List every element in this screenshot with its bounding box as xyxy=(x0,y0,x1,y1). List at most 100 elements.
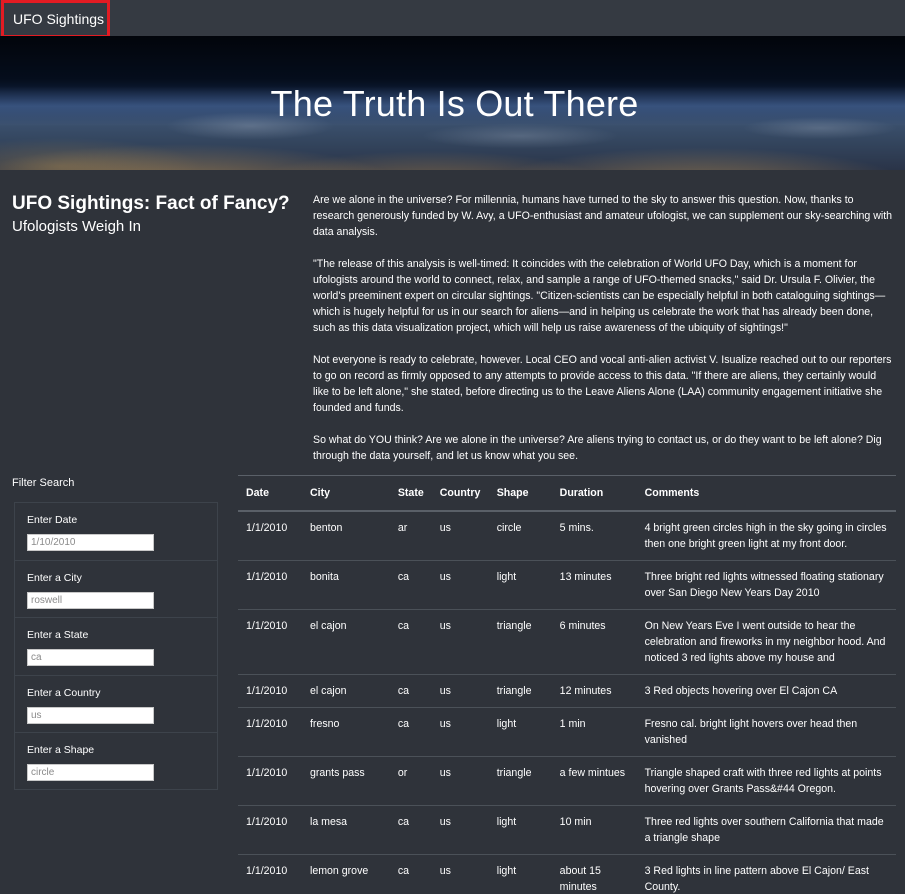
city-filter-input[interactable] xyxy=(27,591,154,609)
country-filter-label: Enter a Country xyxy=(27,686,101,699)
cell-state: ar xyxy=(389,511,432,561)
cell-state: ca xyxy=(389,674,432,708)
date-filter-input[interactable] xyxy=(27,534,154,551)
table-row: 1/1/2010 grants pass or us triangle a fe… xyxy=(238,756,896,806)
filter-group-country: Enter a Country xyxy=(15,676,217,733)
cell-shape: triangle xyxy=(488,756,552,806)
cell-country: us xyxy=(431,511,489,561)
table-row: 1/1/2010 el cajon ca us triangle 12 minu… xyxy=(238,674,896,708)
cell-shape: light xyxy=(488,560,552,610)
cell-comments: Three bright red lights witnessed floati… xyxy=(636,560,896,610)
header-date: Date xyxy=(238,475,302,512)
filter-group-city: Enter a City xyxy=(15,561,217,618)
cell-city: grants pass xyxy=(301,756,390,806)
header-country: Country xyxy=(431,475,489,512)
cell-comments: On New Years Eve I went outside to hear … xyxy=(636,609,896,675)
cell-country: us xyxy=(431,805,489,855)
cell-comments: 3 Red objects hovering over El Cajon CA xyxy=(636,674,896,708)
cell-city: fresno xyxy=(301,707,390,757)
filter-search-heading: Filter Search xyxy=(12,477,75,489)
city-filter-label: Enter a City xyxy=(27,571,82,584)
intro-subtitle: Ufologists Weigh In xyxy=(12,218,141,235)
hero-banner: The Truth Is Out There xyxy=(0,36,905,170)
cell-date: 1/1/2010 xyxy=(238,609,302,675)
intro-title: UFO Sightings: Fact of Fancy? xyxy=(12,193,290,214)
table-row: 1/1/2010 lemon grove ca us light about 1… xyxy=(238,854,896,894)
filter-group-date: Enter Date xyxy=(15,503,217,561)
cell-city: el cajon xyxy=(301,674,390,708)
cell-city: lemon grove xyxy=(301,854,390,894)
cell-comments-text: On New Years Eve I went outside to hear … xyxy=(644,620,886,664)
cell-date: 1/1/2010 xyxy=(238,511,302,561)
filter-group-state: Enter a State xyxy=(15,618,217,676)
cell-state: ca xyxy=(389,854,432,894)
table-row: 1/1/2010 la mesa ca us light 10 min Thre… xyxy=(238,805,896,855)
cell-state: or xyxy=(389,756,432,806)
article-body: Are we alone in the universe? For millen… xyxy=(313,192,893,480)
cell-country: us xyxy=(431,560,489,610)
cell-shape: light xyxy=(488,707,552,757)
cell-shape: light xyxy=(488,805,552,855)
table-row: 1/1/2010 el cajon ca us triangle 6 minut… xyxy=(238,609,896,675)
cell-state: ca xyxy=(389,805,432,855)
date-filter-label: Enter Date xyxy=(27,514,78,526)
cell-city: benton xyxy=(301,511,390,561)
cell-date: 1/1/2010 xyxy=(238,854,302,894)
cell-date: 1/1/2010 xyxy=(238,707,302,757)
state-filter-label: Enter a State xyxy=(27,629,89,641)
sightings-table: Date City State Country Shape Duration C… xyxy=(238,475,896,894)
header-duration: Duration xyxy=(551,475,637,512)
cell-state: ca xyxy=(389,560,432,610)
navbar-brand-link[interactable]: UFO Sightings xyxy=(1,0,110,38)
cell-comments: Three red lights over southern Californi… xyxy=(636,805,896,855)
cell-shape: triangle xyxy=(488,609,552,675)
cell-country: us xyxy=(431,609,489,675)
cell-duration: 6 minutes xyxy=(551,609,637,675)
article-paragraph: "The release of this analysis is well-ti… xyxy=(313,258,886,334)
cell-city: bonita xyxy=(301,560,390,610)
cell-country: us xyxy=(431,854,489,894)
cell-duration: a few mintues xyxy=(551,756,637,806)
navbar: UFO Sightings xyxy=(0,0,905,38)
cell-date: 1/1/2010 xyxy=(238,756,302,806)
cell-duration: 12 minutes xyxy=(551,674,637,708)
article-paragraph: Are we alone in the universe? For millen… xyxy=(313,194,893,238)
cell-shape: light xyxy=(488,854,552,894)
hero-title: The Truth Is Out There xyxy=(270,83,639,124)
table-row: 1/1/2010 benton ar us circle 5 mins. 4 b… xyxy=(238,511,896,561)
cell-country: us xyxy=(431,756,489,806)
cell-city: el cajon xyxy=(301,609,390,675)
cell-date: 1/1/2010 xyxy=(238,560,302,610)
sightings-table-container: Date City State Country Shape Duration C… xyxy=(238,475,896,894)
cell-country: us xyxy=(431,674,489,708)
country-filter-input[interactable] xyxy=(27,706,154,724)
cell-state: ca xyxy=(389,609,432,675)
cell-city: la mesa xyxy=(301,805,390,855)
cell-duration: 1 min xyxy=(551,707,637,757)
table-header-row: Date City State Country Shape Duration C… xyxy=(238,475,896,512)
state-filter-input[interactable] xyxy=(27,649,154,666)
article-paragraph: So what do YOU think? Are we alone in th… xyxy=(313,434,882,462)
cell-comments: Triangle shaped craft with three red lig… xyxy=(636,756,896,806)
header-shape: Shape xyxy=(488,475,552,512)
shape-filter-label: Enter a Shape xyxy=(27,744,95,756)
cell-comments: Fresno cal. bright light hovers over hea… xyxy=(636,707,896,757)
cell-shape: circle xyxy=(488,511,552,561)
cell-shape: triangle xyxy=(488,674,552,708)
header-comments: Comments xyxy=(636,475,896,512)
table-row: 1/1/2010 fresno ca us light 1 min Fresno… xyxy=(238,707,896,757)
cell-state: ca xyxy=(389,707,432,757)
filter-panel: Enter Date Enter a City Enter a State En… xyxy=(14,502,218,790)
cell-duration: 10 min xyxy=(551,805,637,855)
header-city: City xyxy=(301,475,390,512)
table-row: 1/1/2010 bonita ca us light 13 minutes T… xyxy=(238,560,896,610)
cell-date: 1/1/2010 xyxy=(238,805,302,855)
cell-comments: 3 Red lights in line pattern above El Ca… xyxy=(636,854,896,894)
cell-duration: 5 mins. xyxy=(551,511,637,561)
article-paragraph: Not everyone is ready to celebrate, howe… xyxy=(313,354,892,414)
cell-duration: 13 minutes xyxy=(551,560,637,610)
filter-group-shape: Enter a Shape xyxy=(15,733,217,791)
cell-date: 1/1/2010 xyxy=(238,674,302,708)
shape-filter-input[interactable] xyxy=(27,764,154,781)
cell-country: us xyxy=(431,707,489,757)
